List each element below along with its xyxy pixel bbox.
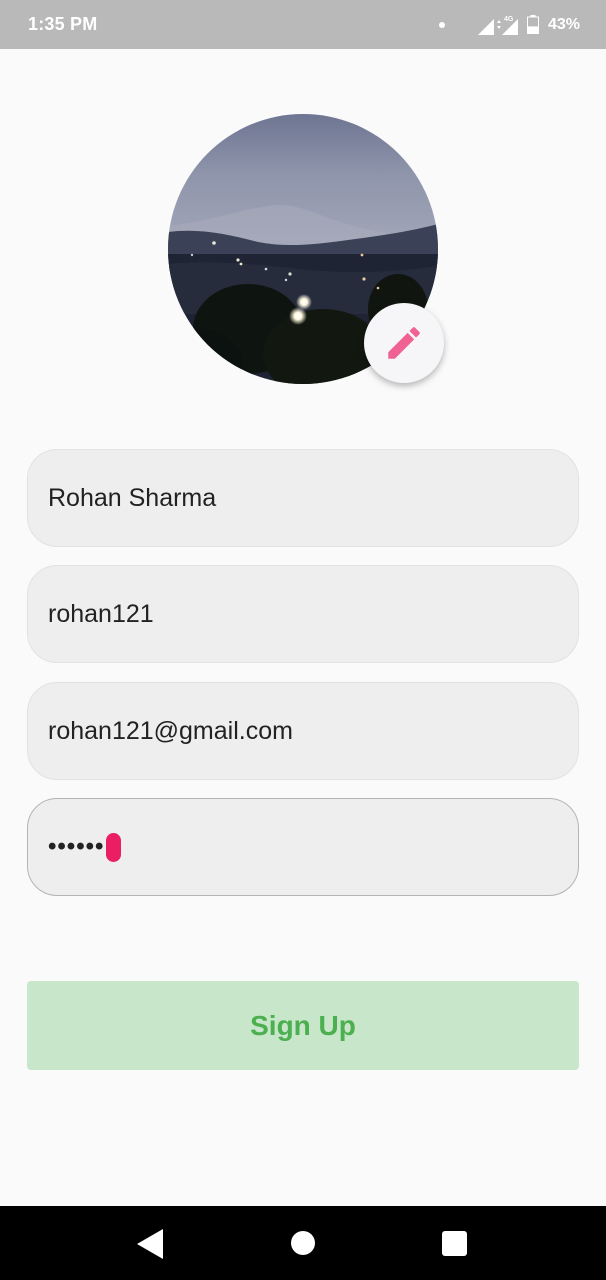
signup-button[interactable]: Sign Up bbox=[27, 981, 579, 1070]
password-value: •••••• bbox=[48, 833, 105, 860]
cell-signal-icon: 4G bbox=[477, 16, 518, 35]
status-icons: 4G 43% bbox=[438, 15, 580, 35]
notification-dot-icon bbox=[438, 21, 445, 28]
email-field[interactable]: rohan121@gmail.com bbox=[27, 682, 579, 780]
username-field[interactable]: rohan121 bbox=[27, 565, 579, 663]
text-cursor-handle[interactable] bbox=[106, 832, 122, 862]
status-bar: 1:35 PM 4G 43% bbox=[0, 0, 606, 49]
pencil-icon bbox=[388, 327, 420, 359]
email-value: rohan121@gmail.com bbox=[48, 716, 293, 745]
home-icon[interactable] bbox=[291, 1231, 315, 1255]
recents-icon[interactable] bbox=[442, 1231, 467, 1256]
status-time: 1:35 PM bbox=[28, 14, 98, 34]
back-icon[interactable] bbox=[137, 1229, 163, 1259]
name-value: Rohan Sharma bbox=[48, 483, 217, 512]
name-field[interactable]: Rohan Sharma bbox=[27, 449, 579, 547]
battery-percent: 43% bbox=[547, 15, 580, 33]
signup-label: Sign Up bbox=[250, 1009, 356, 1041]
network-label: 4G bbox=[504, 16, 514, 23]
battery-icon bbox=[526, 15, 539, 34]
password-field[interactable]: •••••• bbox=[27, 798, 579, 896]
username-value: rohan121 bbox=[48, 599, 154, 628]
edit-avatar-button[interactable] bbox=[364, 303, 444, 383]
navigation-bar bbox=[0, 1206, 606, 1280]
